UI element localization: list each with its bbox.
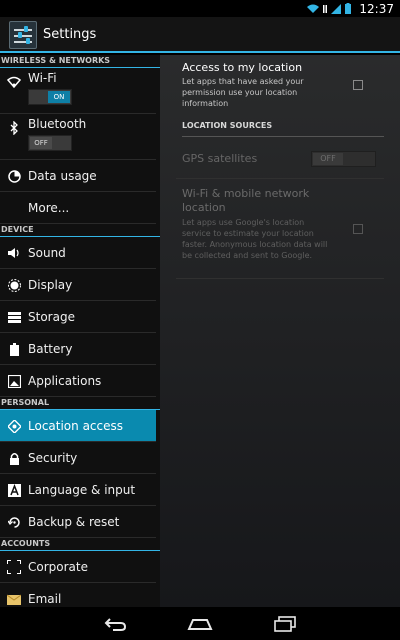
- sidebar-item-label: Language & input: [28, 483, 136, 497]
- corporate-icon: [7, 560, 21, 574]
- storage-icon: [7, 310, 21, 324]
- section-header-accounts: ACCOUNTS: [0, 538, 160, 551]
- settings-app-icon[interactable]: [9, 21, 37, 49]
- battery-icon: [7, 342, 21, 356]
- sidebar-item-bluetooth[interactable]: Bluetooth OFF: [0, 114, 156, 160]
- wifi-mobile-location-title: Wi-Fi & mobile network location: [182, 187, 310, 214]
- sidebar-item-display[interactable]: Display: [0, 269, 156, 301]
- sidebar-item-language-input[interactable]: Language & input: [0, 474, 156, 506]
- backup-icon: [7, 515, 21, 529]
- sidebar-item-location-access[interactable]: Location access: [0, 410, 156, 442]
- navigation-bar: [0, 607, 400, 640]
- sidebar-item-security[interactable]: Security: [0, 442, 156, 474]
- sidebar-item-label: Sound: [28, 246, 66, 260]
- sidebar-item-corporate[interactable]: Corporate: [0, 551, 156, 583]
- wifi-mobile-location-checkbox: [353, 224, 363, 234]
- wifi-mobile-location-description: Let apps use Google's location service t…: [182, 218, 328, 260]
- home-button[interactable]: [185, 614, 215, 634]
- sidebar-item-label: Corporate: [28, 560, 88, 574]
- sidebar-item-label: Battery: [28, 342, 73, 356]
- sidebar-item-label: Security: [28, 451, 78, 465]
- gps-satellites-row: GPS satellites OFF: [176, 143, 384, 179]
- clock: 12:37: [359, 1, 394, 16]
- wifi-icon: [7, 75, 21, 89]
- sidebar-item-label: Bluetooth: [28, 117, 87, 131]
- brightness-icon: [7, 278, 21, 292]
- access-location-description: Let apps that have asked your permission…: [182, 77, 304, 108]
- sidebar-item-email[interactable]: Email: [0, 583, 156, 607]
- sidebar-item-more[interactable]: More...: [0, 192, 156, 224]
- section-header-device: DEVICE: [0, 224, 160, 237]
- sidebar-item-label: Applications: [28, 374, 102, 388]
- sidebar-item-data-usage[interactable]: Data usage: [0, 160, 156, 192]
- section-header-wireless: WIRELESS & NETWORKS: [0, 55, 160, 68]
- sidebar-item-label: Location access: [28, 419, 124, 433]
- toggle-state: OFF: [30, 137, 52, 149]
- access-location-checkbox[interactable]: [353, 80, 363, 90]
- toggle-state: ON: [48, 91, 70, 103]
- location-detail-pane: Access to my location Let apps that have…: [160, 55, 400, 607]
- gps-toggle: OFF: [311, 151, 376, 167]
- sidebar-item-label: Backup & reset: [28, 515, 120, 529]
- email-icon: [7, 592, 21, 606]
- location-sources-header: LOCATION SOURCES: [182, 121, 384, 137]
- speaker-icon: [7, 246, 21, 260]
- wifi-toggle[interactable]: ON: [28, 89, 72, 105]
- sidebar-item-label: Wi-Fi: [28, 71, 57, 85]
- toggle-state: OFF: [313, 153, 343, 165]
- sidebar-item-applications[interactable]: Applications: [0, 365, 156, 397]
- cell-signal-icon: [331, 0, 342, 18]
- wifi-mobile-location-row: Wi-Fi & mobile network location Let apps…: [176, 181, 384, 279]
- language-icon: [7, 483, 21, 497]
- data-usage-icon: [7, 169, 21, 183]
- home-icon: [187, 619, 213, 630]
- sidebar-item-battery[interactable]: Battery: [0, 333, 156, 365]
- wifi-signal-icon: [307, 0, 320, 18]
- action-bar: Settings: [0, 17, 400, 53]
- sidebar-item-sound[interactable]: Sound: [0, 237, 156, 269]
- sidebar-item-label: More...: [28, 201, 70, 215]
- sidebar-item-storage[interactable]: Storage: [0, 301, 156, 333]
- sidebar-item-label: Storage: [28, 310, 75, 324]
- app-title: Settings: [43, 27, 97, 42]
- back-icon: [104, 618, 127, 631]
- sidebar-item-label: Data usage: [28, 169, 97, 183]
- location-icon: [7, 419, 21, 433]
- status-bar: 12:37: [0, 0, 400, 17]
- bluetooth-toggle[interactable]: OFF: [28, 135, 72, 151]
- settings-list[interactable]: WIRELESS & NETWORKS Wi-Fi ON Bluetooth O…: [0, 55, 160, 607]
- recent-apps-icon: [274, 616, 296, 632]
- lock-icon: [7, 451, 21, 465]
- gps-satellites-label: GPS satellites: [182, 152, 258, 165]
- upload-download-icon: [323, 0, 328, 18]
- sidebar-item-backup-reset[interactable]: Backup & reset: [0, 506, 156, 538]
- sidebar-item-wifi[interactable]: Wi-Fi ON: [0, 68, 156, 114]
- access-location-title: Access to my location: [182, 61, 303, 74]
- recent-apps-button[interactable]: [270, 614, 300, 634]
- sidebar-item-label: Display: [28, 278, 73, 292]
- battery-icon: [345, 0, 352, 18]
- section-header-personal: PERSONAL: [0, 397, 160, 410]
- back-button[interactable]: [100, 614, 130, 634]
- applications-icon: [7, 374, 21, 388]
- sidebar-item-label: Email: [28, 592, 62, 606]
- bluetooth-icon: [7, 121, 21, 135]
